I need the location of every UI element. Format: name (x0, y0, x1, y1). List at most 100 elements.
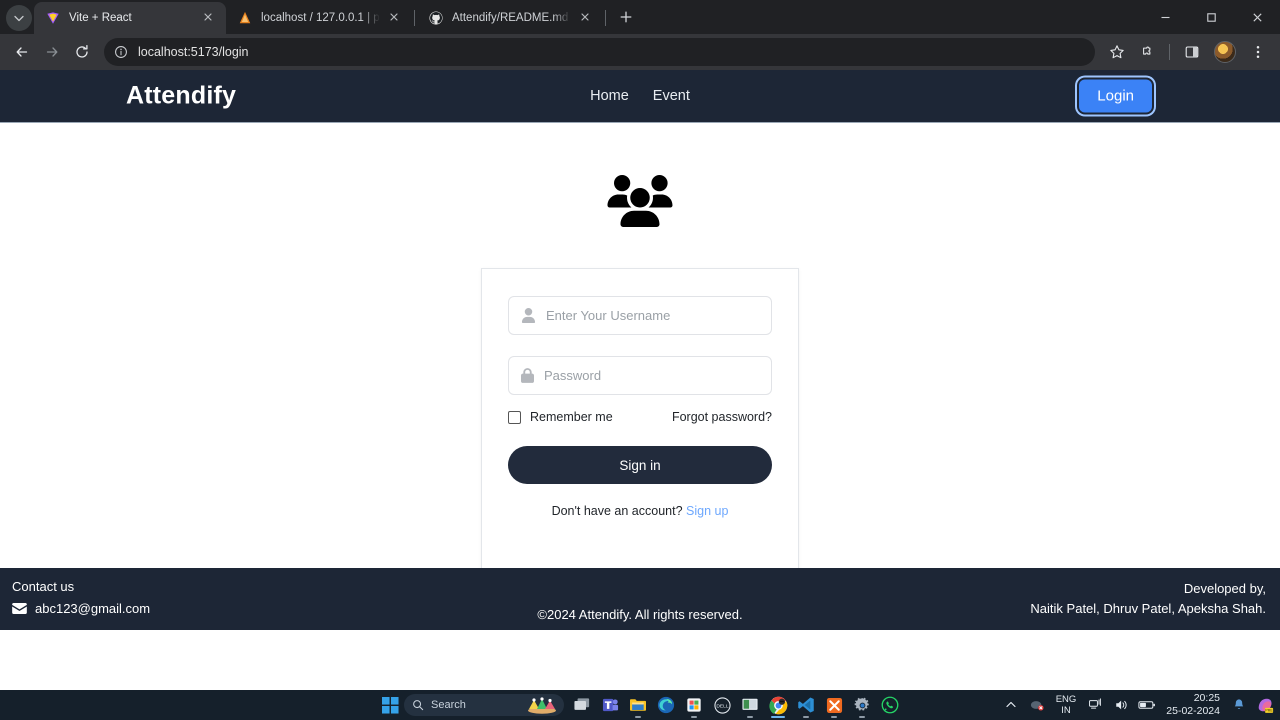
network-button[interactable] (1084, 693, 1106, 717)
browser-tab-title: localhost / 127.0.0.1 | phpMyAd (261, 12, 380, 24)
address-bar[interactable]: localhost:5173/login (104, 38, 1095, 66)
language-indicator[interactable]: ENG IN (1052, 694, 1081, 716)
svg-text:PRE: PRE (1265, 709, 1273, 713)
close-icon (1252, 12, 1262, 22)
microsoft-edge-button[interactable] (652, 692, 680, 718)
language-code: ENG (1055, 694, 1077, 705)
xampp-button[interactable] (820, 692, 848, 718)
windows-taskbar: Search DELL ENG IN 20:25 25-02-2024 PRE (0, 690, 1280, 720)
file-explorer-icon (630, 699, 646, 711)
task-view-button[interactable] (568, 692, 596, 718)
microsoft-teams-button[interactable] (596, 692, 624, 718)
google-chrome-icon (768, 696, 787, 714)
forgot-password-link[interactable]: Forgot password? (672, 410, 772, 424)
browser-window: Vite + React localhost / 127.0.0.1 | php… (0, 0, 1280, 690)
taskbar-search[interactable]: Search (404, 694, 564, 716)
search-icon (413, 700, 424, 711)
battery-button[interactable] (1136, 693, 1158, 717)
side-panel-button[interactable] (1178, 38, 1206, 66)
copilot-icon: PRE (1258, 698, 1273, 713)
extensions-button[interactable] (1133, 38, 1161, 66)
close-icon[interactable] (388, 10, 404, 26)
bell-icon (1234, 699, 1244, 709)
footer-contact-title: Contact us (12, 579, 75, 594)
remember-me-label: Remember me (530, 410, 613, 424)
chrome-menu-button[interactable] (1244, 38, 1272, 66)
username-placeholder: Enter Your Username (546, 308, 671, 323)
more-vertical-icon (1256, 46, 1260, 58)
arrow-left-icon (16, 47, 28, 57)
new-tab-button[interactable] (612, 3, 640, 31)
footer-copyright: ©2024 Attendify. All rights reserved. (537, 607, 743, 622)
lock-icon (521, 368, 534, 383)
muted-device-button[interactable] (1026, 693, 1048, 717)
maximize-button[interactable] (1188, 0, 1234, 34)
tab-strip: Vite + React localhost / 127.0.0.1 | php… (0, 0, 1280, 34)
profile-avatar[interactable] (1214, 41, 1236, 63)
notifications-button[interactable] (1228, 693, 1250, 717)
microsoft-store-button[interactable] (680, 692, 708, 718)
file-explorer-button[interactable] (624, 692, 652, 718)
hero-users-icon-wrap (0, 175, 1280, 227)
password-field[interactable]: Password (508, 356, 772, 395)
minimize-button[interactable] (1142, 0, 1188, 34)
xampp-icon (826, 697, 842, 713)
username-field[interactable]: Enter Your Username (508, 296, 772, 335)
search-decoration-icon (525, 696, 559, 719)
media-app-button[interactable] (736, 692, 764, 718)
browser-tab-1[interactable]: localhost / 127.0.0.1 | phpMyAd (226, 2, 412, 34)
users-group-icon (607, 175, 673, 227)
copilot-button[interactable]: PRE (1254, 693, 1276, 717)
whatsapp-button[interactable] (876, 692, 904, 718)
microsoft-store-icon (687, 698, 701, 712)
vite-icon (45, 10, 61, 26)
minimize-icon (1161, 16, 1169, 18)
clock[interactable]: 20:25 25-02-2024 (1162, 692, 1224, 718)
remember-me-checkbox[interactable]: Remember me (508, 410, 613, 424)
google-chrome-button[interactable] (764, 692, 792, 718)
browser-tab-0[interactable]: Vite + React (34, 2, 226, 34)
side-panel-icon (1185, 46, 1199, 58)
browser-tab-2[interactable]: Attendify/README.md at main (417, 2, 603, 34)
chevron-up-icon (1006, 701, 1016, 708)
forward-button[interactable] (38, 38, 66, 66)
window-controls (1142, 0, 1280, 34)
tab-search-button[interactable] (6, 5, 32, 31)
close-button[interactable] (1234, 0, 1280, 34)
microsoft-teams-icon (602, 698, 618, 711)
bookmark-star-button[interactable] (1103, 38, 1131, 66)
settings-button[interactable] (848, 692, 876, 718)
vs-code-icon (798, 697, 814, 713)
volume-button[interactable] (1110, 693, 1132, 717)
dell-button[interactable]: DELL (708, 692, 736, 718)
region-code: IN (1061, 705, 1071, 716)
tray-expand-button[interactable] (1000, 693, 1022, 717)
start-button[interactable] (376, 692, 404, 718)
site-brand[interactable]: Attendify (126, 82, 236, 111)
clock-time: 20:25 (1193, 692, 1220, 704)
media-app-icon (742, 698, 758, 710)
toolbar-right (1103, 38, 1272, 66)
sign-up-link[interactable]: Sign up (686, 504, 728, 518)
page-content: Enter Your Username Password Remember me (0, 123, 1280, 630)
login-button[interactable]: Login (1079, 79, 1152, 113)
puzzle-icon (1143, 46, 1151, 55)
maximize-icon (1206, 12, 1216, 22)
vs-code-button[interactable] (792, 692, 820, 718)
back-button[interactable] (8, 38, 36, 66)
task-view-icon (574, 698, 590, 710)
nav-item-home[interactable]: Home (590, 88, 629, 104)
close-icon[interactable] (202, 10, 218, 26)
close-icon[interactable] (579, 10, 595, 26)
reload-button[interactable] (68, 38, 96, 66)
star-icon (1110, 45, 1124, 59)
footer-developed-by: Developed by, (1183, 581, 1266, 596)
checkbox-box[interactable] (508, 410, 521, 424)
microsoft-edge-icon (657, 696, 675, 714)
sign-in-button[interactable]: Sign in (508, 446, 772, 484)
person-icon (521, 308, 536, 323)
site-footer: Contact us abc123@gmail.com Developed by… (0, 568, 1280, 630)
nav-item-event[interactable]: Event (653, 88, 690, 104)
phpmyadmin-icon (237, 10, 253, 26)
password-placeholder: Password (544, 368, 602, 383)
